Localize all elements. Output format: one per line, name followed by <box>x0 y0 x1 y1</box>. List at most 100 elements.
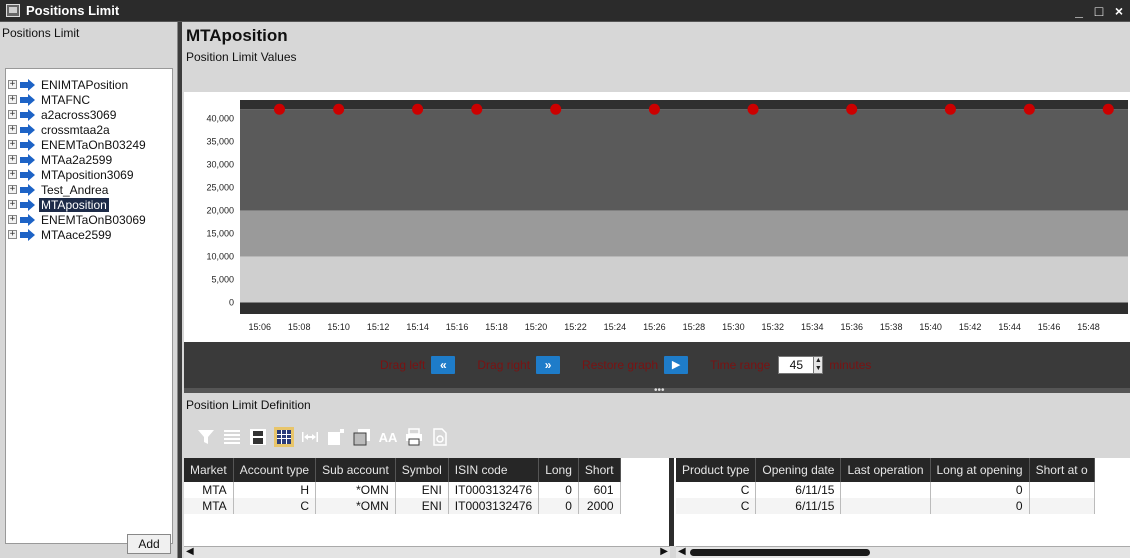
y-tick-label: 15,000 <box>206 228 234 238</box>
column-header[interactable]: Market <box>184 458 234 482</box>
table-cell: 601 <box>578 482 621 498</box>
right-table-scrollbar[interactable]: ◀ <box>676 546 1130 558</box>
add-button[interactable]: Add <box>127 534 171 554</box>
copy-all-icon[interactable] <box>352 427 372 447</box>
y-tick-label: 10,000 <box>206 251 234 261</box>
time-range-input[interactable]: 45 <box>778 356 815 374</box>
column-header[interactable]: Sub account <box>315 458 396 482</box>
x-tick-label: 15:46 <box>1038 322 1061 332</box>
drag-left-button[interactable]: « <box>431 356 456 374</box>
x-tick-label: 15:06 <box>248 322 271 332</box>
scroll-left-arrow-icon[interactable]: ◀ <box>186 546 194 557</box>
copy-icon[interactable] <box>326 427 346 447</box>
tree-item[interactable]: + MTAace2599 <box>8 227 148 242</box>
filter-icon[interactable] <box>196 427 216 447</box>
definition-table-left: Market Account type Sub account Symbol ISIN … <box>184 458 621 514</box>
limit-marker[interactable] <box>1102 103 1114 115</box>
table-cell: MTA <box>184 482 234 498</box>
limit-marker[interactable] <box>648 103 660 115</box>
limit-marker[interactable] <box>333 103 345 115</box>
table-row[interactable]: C 6/11/15 0 <box>676 498 1095 514</box>
expand-icon[interactable]: + <box>8 95 17 104</box>
tree-item[interactable]: + a2across3069 <box>8 107 148 122</box>
y-tick-label: 5,000 <box>211 274 234 284</box>
limit-marker[interactable] <box>550 103 562 115</box>
scroll-right-arrow-icon[interactable]: ▶ <box>660 546 668 557</box>
limit-marker[interactable] <box>471 103 483 115</box>
tree-item-label: crossmtaa2a <box>41 122 110 137</box>
table-row[interactable]: MTA C *OMN ENI IT0003132476 0 2000 <box>184 498 621 514</box>
expand-icon[interactable]: + <box>8 215 17 224</box>
limit-marker[interactable] <box>944 103 956 115</box>
left-table-scrollbar[interactable]: ◀ ▶ <box>184 546 670 558</box>
table-cell: *OMN <box>315 498 396 514</box>
column-header[interactable]: Short at o <box>1029 458 1095 482</box>
tree-item[interactable]: + ENIMTAPosition <box>8 77 148 92</box>
save-icon[interactable] <box>248 427 268 447</box>
arrow-node-icon <box>20 168 35 181</box>
expand-icon[interactable]: + <box>8 110 17 119</box>
x-tick-label: 15:14 <box>406 322 429 332</box>
expand-icon[interactable]: + <box>8 200 17 209</box>
table-vertical-splitter[interactable] <box>669 458 674 546</box>
table-row[interactable]: C 6/11/15 0 <box>676 482 1095 498</box>
tree-item[interactable]: + Test_Andrea <box>8 182 148 197</box>
y-tick-label: 0 <box>229 297 234 307</box>
expand-icon[interactable]: + <box>8 230 17 239</box>
column-header[interactable]: Product type <box>676 458 757 482</box>
close-button[interactable]: × <box>1112 2 1126 20</box>
expand-icon[interactable]: + <box>8 155 17 164</box>
minimize-button[interactable]: _ <box>1072 2 1086 20</box>
limit-marker[interactable] <box>412 103 424 115</box>
tree-item-label: MTAFNC <box>41 92 91 107</box>
font-size-icon[interactable]: AA <box>378 427 398 447</box>
drag-left-label: Drag left <box>380 358 426 372</box>
column-header[interactable]: Symbol <box>395 458 449 482</box>
columns-icon[interactable] <box>274 427 294 447</box>
tree-item[interactable]: + ENEMTaOnB03069 <box>8 212 148 227</box>
limit-marker[interactable] <box>846 103 858 115</box>
fit-width-icon[interactable] <box>300 427 320 447</box>
list-icon[interactable] <box>222 427 242 447</box>
limit-marker[interactable] <box>1023 103 1035 115</box>
graph-controls-bar: Drag left « Drag right » Restore graph ▶… <box>184 342 1130 388</box>
expand-icon[interactable]: + <box>8 185 17 194</box>
expand-icon[interactable]: + <box>8 80 17 89</box>
tree-item[interactable]: + MTAFNC <box>8 92 148 107</box>
expand-icon[interactable]: + <box>8 125 17 134</box>
arrow-node-icon <box>20 93 35 106</box>
export-icon[interactable] <box>430 427 450 447</box>
column-header[interactable]: Short <box>578 458 621 482</box>
horizontal-splitter[interactable]: ••• <box>184 385 1130 396</box>
time-range-spinner[interactable]: ▲ ▼ <box>814 356 824 374</box>
limit-marker[interactable] <box>747 103 759 115</box>
table-cell: 0 <box>538 498 579 514</box>
expand-icon[interactable]: + <box>8 140 17 149</box>
tree-item-label: ENIMTAPosition <box>41 77 129 92</box>
column-header[interactable]: Long <box>538 458 579 482</box>
tree-item[interactable]: + ENEMTaOnB03249 <box>8 137 148 152</box>
limit-marker[interactable] <box>273 103 285 115</box>
tree-item[interactable]: + MTAposition <box>8 197 148 212</box>
table-cell <box>840 498 931 514</box>
print-icon[interactable] <box>404 427 424 447</box>
column-header[interactable]: Long at opening <box>930 458 1030 482</box>
limit-band <box>240 256 1128 303</box>
column-header[interactable]: Opening date <box>755 458 842 482</box>
scroll-left-arrow-icon[interactable]: ◀ <box>678 546 686 557</box>
x-tick-label: 15:32 <box>762 322 785 332</box>
column-header[interactable]: Account type <box>233 458 317 482</box>
column-header[interactable]: ISIN code <box>448 458 540 482</box>
tree-item[interactable]: + crossmtaa2a <box>8 122 148 137</box>
expand-icon[interactable]: + <box>8 170 17 179</box>
restore-graph-button[interactable]: ▶ <box>664 356 689 374</box>
table-cell: 2000 <box>578 498 621 514</box>
table-cell: C <box>676 482 757 498</box>
scrollbar-thumb[interactable] <box>690 549 870 556</box>
drag-right-button[interactable]: » <box>536 356 561 374</box>
tree-item[interactable]: + MTAposition3069 <box>8 167 148 182</box>
tree-item[interactable]: + MTAa2a2599 <box>8 152 148 167</box>
column-header[interactable]: Last operation <box>840 458 931 482</box>
maximize-button[interactable]: □ <box>1092 2 1106 20</box>
table-row[interactable]: MTA H *OMN ENI IT0003132476 0 601 <box>184 482 621 498</box>
